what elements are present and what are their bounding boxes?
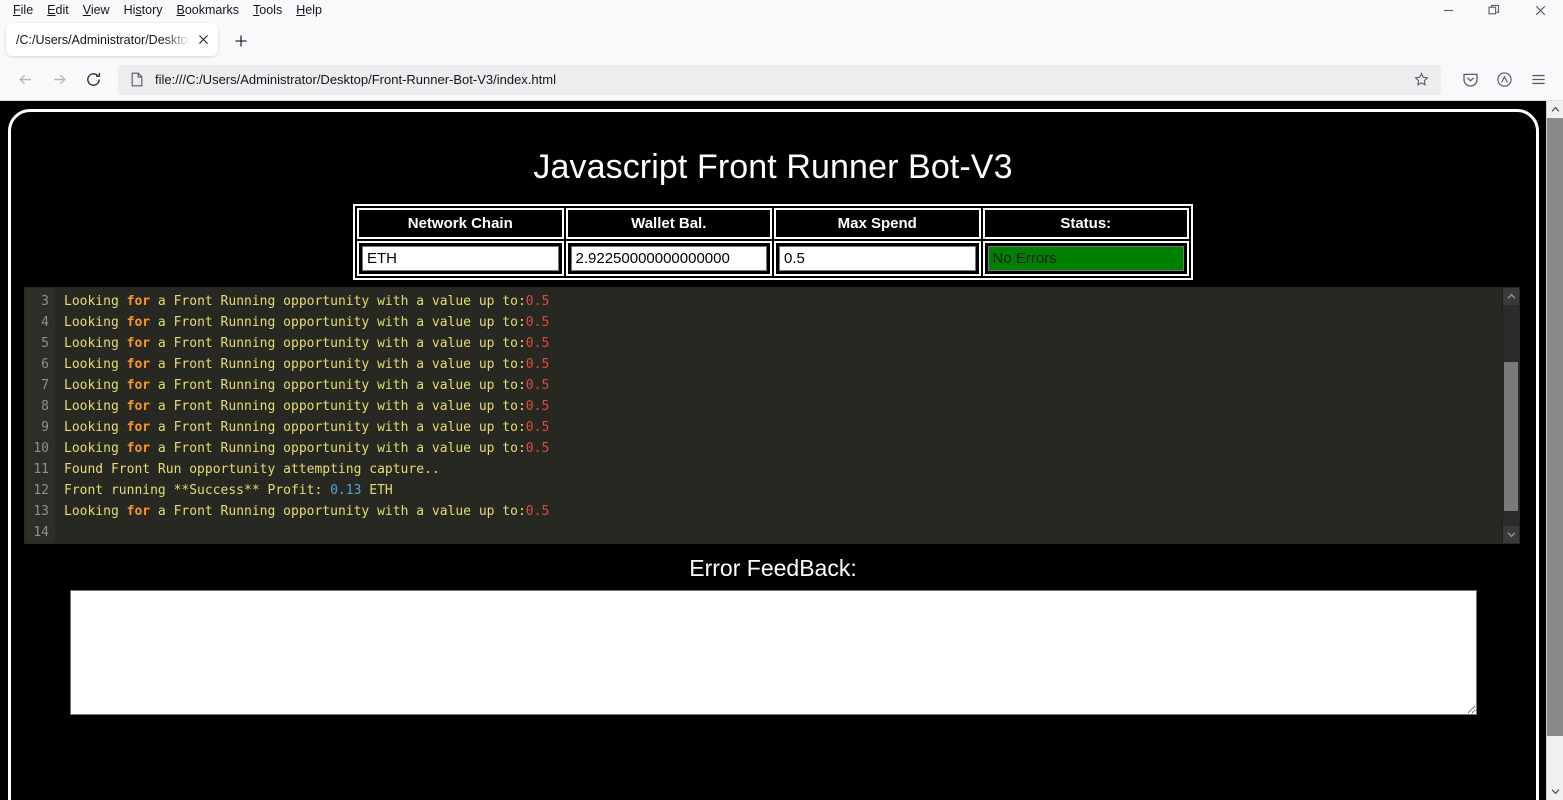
menu-history[interactable]: History (117, 1, 170, 19)
console-log-panel[interactable]: 3 4 5 6 7 8 9 10 11 12 13 14 Looking for a Front Ru… (24, 287, 1520, 544)
console-log-line: Looking for a Front Running opportunity … (64, 504, 550, 519)
line-number: 10 (33, 441, 49, 456)
console-log-line: Looking for a Front Running opportunity … (64, 399, 550, 414)
browser-window: File Edit View History Bookmarks Tools H… (0, 0, 1563, 800)
toolbar-right-icons (1453, 65, 1555, 95)
cell-wallet-balance (565, 241, 772, 276)
line-number: 11 (33, 462, 49, 477)
console-log-line: Looking for a Front Running opportunity … (64, 378, 550, 393)
cell-max-spend (774, 241, 981, 276)
page-document-icon (128, 71, 146, 89)
tab-title: /C:/Users/Administrator/Desktop/Fr (16, 32, 194, 47)
line-number: 8 (41, 399, 49, 414)
max-spend-input[interactable] (779, 246, 976, 271)
line-number: 7 (41, 378, 49, 393)
close-icon[interactable] (1517, 0, 1563, 20)
console-log-lines: Looking for a Front Running opportunity … (55, 288, 1502, 543)
scroll-up-arrow-icon[interactable] (1503, 288, 1519, 305)
menu-list: File Edit View History Bookmarks Tools H… (6, 1, 329, 19)
error-feedback-title: Error FeedBack: (689, 555, 857, 581)
console-log-line: Looking for a Front Running opportunity … (64, 357, 550, 372)
page-scrollbar[interactable] (1546, 101, 1563, 800)
url-bar[interactable]: file:///C:/Users/Administrator/Desktop/F… (118, 64, 1441, 95)
console-log-line: Looking for a Front Running opportunity … (64, 441, 550, 456)
cell-network-chain (357, 241, 564, 276)
browser-tab[interactable]: /C:/Users/Administrator/Desktop/Fr (6, 23, 218, 56)
header-max-spend: Max Spend (774, 208, 981, 239)
status-input[interactable] (987, 246, 1184, 271)
page-scroll-down-icon[interactable] (1547, 783, 1563, 800)
new-tab-icon[interactable] (226, 26, 256, 56)
line-number: 6 (41, 357, 49, 372)
menu-file[interactable]: File (6, 1, 40, 19)
stats-table-container: Network Chain Wallet Bal. Max Spend Stat… (26, 204, 1520, 280)
line-number: 13 (33, 504, 49, 519)
menu-view[interactable]: View (76, 1, 117, 19)
console-log-line: Looking for a Front Running opportunity … (64, 420, 550, 435)
page-viewport: Javascript Front Runner Bot-V3 Network C… (0, 101, 1563, 800)
console-log-line: Looking for a Front Running opportunity … (64, 336, 550, 351)
menu-bookmarks[interactable]: Bookmarks (170, 1, 247, 19)
line-number: 12 (33, 483, 49, 498)
console-log-line: Looking for a Front Running opportunity … (64, 294, 550, 309)
url-text: file:///C:/Users/Administrator/Desktop/F… (155, 72, 556, 87)
menu-tools[interactable]: Tools (246, 1, 289, 19)
table-header-row: Network Chain Wallet Bal. Max Spend Stat… (357, 208, 1189, 239)
page-scroll-thumb[interactable] (1547, 118, 1563, 737)
cell-status (982, 241, 1189, 276)
tab-strip: /C:/Users/Administrator/Desktop/Fr (0, 20, 1563, 59)
minimize-icon[interactable] (1425, 0, 1471, 20)
line-number: 4 (41, 315, 49, 330)
firefox-account-icon[interactable] (1487, 65, 1521, 95)
forward-icon[interactable] (42, 65, 76, 95)
table-value-row (357, 241, 1189, 276)
page-scroll-track[interactable] (1547, 118, 1563, 783)
console-log-line: Found Front Run opportunity attempting c… (64, 462, 440, 477)
menu-bar: File Edit View History Bookmarks Tools H… (0, 0, 1563, 20)
network-chain-input[interactable] (362, 246, 559, 271)
tab-close-icon[interactable] (194, 31, 212, 49)
console-scroll-thumb[interactable] (1504, 362, 1518, 511)
menu-edit[interactable]: Edit (40, 1, 76, 19)
header-network-chain: Network Chain (357, 208, 564, 239)
menu-help[interactable]: Help (289, 1, 329, 19)
console-log-line (64, 522, 1502, 543)
line-number: 14 (33, 525, 49, 540)
header-status: Status: (982, 208, 1189, 239)
pocket-save-icon[interactable] (1453, 65, 1487, 95)
app-menu-icon[interactable] (1521, 65, 1555, 95)
page-title: Javascript Front Runner Bot-V3 (533, 148, 1013, 186)
reload-icon[interactable] (76, 65, 110, 95)
back-icon[interactable] (8, 65, 42, 95)
error-feedback-textarea[interactable] (69, 590, 1477, 715)
bookmark-star-icon[interactable] (1407, 67, 1435, 93)
line-number-gutter: 3 4 5 6 7 8 9 10 11 12 13 14 (25, 288, 55, 543)
stats-table: Network Chain Wallet Bal. Max Spend Stat… (353, 204, 1193, 280)
header-wallet-balance: Wallet Bal. (565, 208, 772, 239)
scroll-down-arrow-icon[interactable] (1503, 526, 1519, 543)
web-page: Javascript Front Runner Bot-V3 Network C… (0, 101, 1546, 800)
wallet-balance-input[interactable] (570, 246, 767, 271)
line-number: 3 (41, 294, 49, 309)
console-scroll-track[interactable] (1503, 305, 1519, 526)
console-log-line: Looking for a Front Running opportunity … (64, 315, 550, 330)
error-feedback-container (26, 590, 1520, 715)
line-number: 5 (41, 336, 49, 351)
line-number: 9 (41, 420, 49, 435)
window-controls (1425, 0, 1563, 20)
page-scroll-up-icon[interactable] (1547, 101, 1563, 118)
console-log-line: Front running **Success** Profit: 0.13 E… (64, 483, 393, 498)
console-scrollbar[interactable] (1502, 288, 1519, 543)
navigation-toolbar: file:///C:/Users/Administrator/Desktop/F… (0, 59, 1563, 101)
restore-icon[interactable] (1471, 0, 1517, 20)
